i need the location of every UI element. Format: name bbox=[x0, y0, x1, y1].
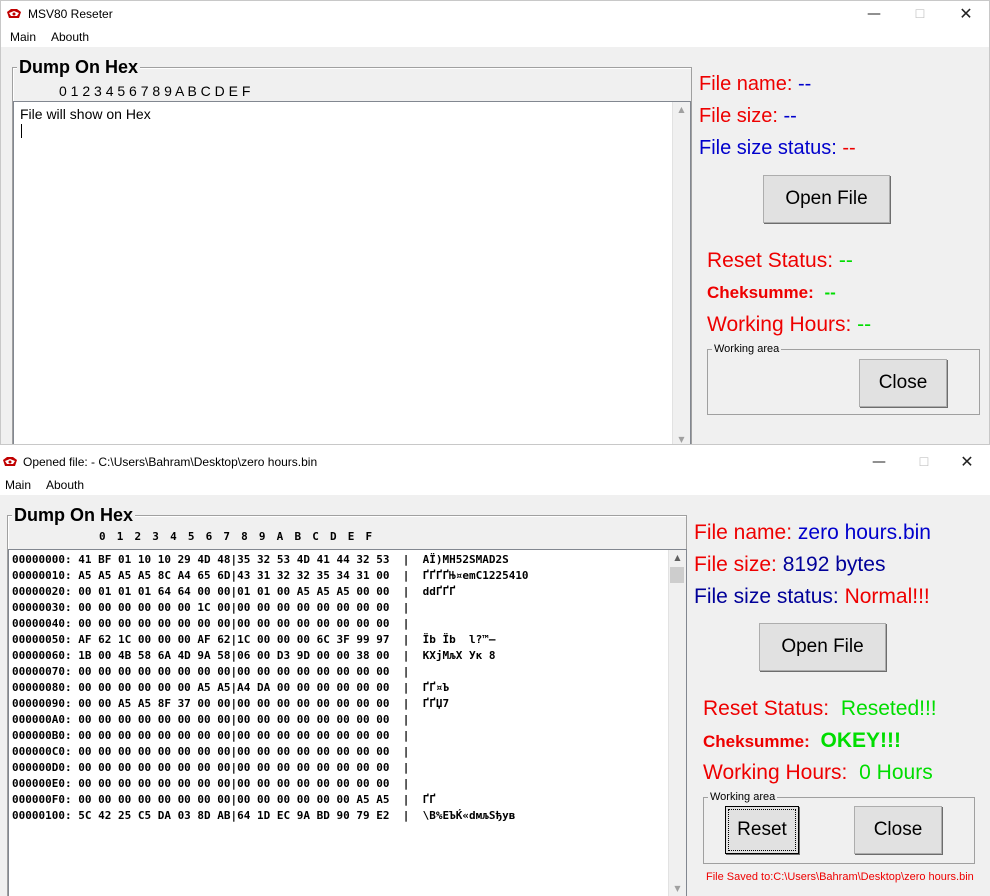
hex-column-header: 0 1 2 3 4 5 6 7 8 9 A B C D E F bbox=[59, 83, 251, 99]
hex-dump-line: 000000E0: 00 00 00 00 00 00 00 00|00 00 … bbox=[12, 777, 410, 790]
hex-dump-line: 000000A0: 00 00 00 00 00 00 00 00|00 00 … bbox=[12, 713, 410, 726]
working-area-title: Working area bbox=[712, 343, 782, 355]
hex-dump-line: 00000010: A5 A5 A5 A5 8C A4 65 6D|43 31 … bbox=[12, 569, 529, 582]
reset-button[interactable]: Reset bbox=[725, 806, 799, 854]
minimize-icon[interactable]: — bbox=[851, 1, 897, 27]
hex-dump-line: 00000090: 00 00 A5 A5 8F 37 00 00|00 00 … bbox=[12, 697, 450, 710]
hex-dump-line: 000000B0: 00 00 00 00 00 00 00 00|00 00 … bbox=[12, 729, 410, 742]
working-hours-label: Working Hours: bbox=[707, 313, 852, 336]
hex-dump-line: 000000C0: 00 00 00 00 00 00 00 00|00 00 … bbox=[12, 745, 410, 758]
reset-status-label: Reset Status: bbox=[703, 697, 830, 720]
working-hours-value: -- bbox=[857, 313, 872, 336]
file-size-row: File size: 8192 bytes bbox=[694, 553, 885, 577]
hex-dump-content: 00000000: 41 BF 01 10 10 29 4D 48|35 32 … bbox=[12, 552, 529, 824]
scroll-down-icon[interactable]: ▼ bbox=[669, 881, 686, 896]
working-area-title: Working area bbox=[708, 791, 778, 803]
hex-dump-line: 000000D0: 00 00 00 00 00 00 00 00|00 00 … bbox=[12, 761, 410, 774]
scroll-thumb[interactable] bbox=[670, 567, 684, 583]
reset-status-value: Reseted!!! bbox=[840, 697, 937, 720]
hex-dump-line: 00000030: 00 00 00 00 00 00 1C 00|00 00 … bbox=[12, 601, 410, 614]
hex-dump-line: 00000000: 41 BF 01 10 10 29 4D 48|35 32 … bbox=[12, 553, 509, 566]
file-status-row: File size status: -- bbox=[699, 137, 856, 160]
file-name-value: zero hours.bin bbox=[797, 521, 931, 544]
file-name-row: File name: -- bbox=[699, 73, 811, 96]
checksum-value: OKEY!!! bbox=[820, 729, 902, 752]
working-hours-row: Working Hours: -- bbox=[707, 313, 871, 337]
reset-status-label: Reset Status: bbox=[707, 249, 834, 272]
close-window-icon[interactable]: ✕ bbox=[943, 1, 989, 27]
dump-title: Dump On Hex bbox=[17, 57, 141, 78]
file-name-label: File name: bbox=[694, 521, 793, 544]
hex-dump-textbox[interactable]: 00000000: 41 BF 01 10 10 29 4D 48|35 32 … bbox=[8, 549, 687, 896]
menu-bar: Main Abouth bbox=[1, 27, 989, 47]
checksum-label: Cheksumme: bbox=[707, 283, 814, 302]
working-hours-value: 0 Hours bbox=[859, 761, 933, 784]
hex-dump-line: 00000040: 00 00 00 00 00 00 00 00|00 00 … bbox=[12, 617, 410, 630]
close-button[interactable]: Close bbox=[859, 359, 947, 407]
hex-dump-line: 00000020: 00 01 01 01 64 64 00 00|01 01 … bbox=[12, 585, 456, 598]
checksum-row: Cheksumme: -- bbox=[707, 283, 836, 303]
checksum-row: Cheksumme: OKEY!!! bbox=[703, 729, 901, 753]
file-status-value: Normal!!! bbox=[844, 585, 930, 608]
file-size-label: File size: bbox=[694, 553, 777, 576]
hex-dump-line: 00000050: AF 62 1C 00 00 00 AF 62|1C 00 … bbox=[12, 633, 496, 646]
menu-abouth[interactable]: Abouth bbox=[46, 478, 84, 492]
file-name-label: File name: bbox=[699, 73, 793, 95]
close-button[interactable]: Close bbox=[854, 806, 942, 854]
scroll-up-icon[interactable]: ▲ bbox=[669, 550, 686, 566]
working-hours-row: Working Hours: 0 Hours bbox=[703, 761, 933, 785]
file-status-row: File size status: Normal!!! bbox=[694, 585, 930, 609]
working-hours-label: Working Hours: bbox=[703, 761, 848, 784]
file-status-label: File size status: bbox=[694, 585, 839, 608]
file-size-value: 8192 bytes bbox=[782, 553, 886, 576]
hex-dump-line: 000000F0: 00 00 00 00 00 00 00 00|00 00 … bbox=[12, 793, 436, 806]
hex-dump-line: 00000060: 1B 00 4B 58 6A 4D 9A 58|06 00 … bbox=[12, 649, 496, 662]
hex-column-header: 0 1 2 3 4 5 6 7 8 9 A B C D E F bbox=[99, 530, 372, 543]
hex-dump-textbox[interactable]: File will show on Hex ▲ ▼ bbox=[13, 101, 691, 444]
minimize-icon[interactable]: — bbox=[856, 449, 902, 475]
menu-bar: Main Abouth bbox=[0, 475, 990, 495]
checksum-value: -- bbox=[824, 283, 836, 302]
window-title: MSV80 Reseter bbox=[28, 7, 113, 21]
file-size-value: -- bbox=[783, 105, 797, 127]
open-file-button[interactable]: Open File bbox=[759, 623, 886, 671]
title-bar[interactable]: Opened file: - C:\Users\Bahram\Desktop\z… bbox=[0, 449, 990, 475]
hex-scrollbar[interactable]: ▲ ▼ bbox=[668, 550, 686, 896]
file-status-value: -- bbox=[842, 137, 856, 159]
file-status-label: File size status: bbox=[699, 137, 837, 159]
app-logo-icon bbox=[7, 9, 21, 18]
opened-file-window: Opened file: - C:\Users\Bahram\Desktop\z… bbox=[0, 449, 990, 896]
open-file-button[interactable]: Open File bbox=[763, 175, 890, 223]
menu-main[interactable]: Main bbox=[10, 30, 36, 44]
close-window-icon[interactable]: ✕ bbox=[944, 449, 990, 475]
hex-dump-line: 00000070: 00 00 00 00 00 00 00 00|00 00 … bbox=[12, 665, 410, 678]
text-caret bbox=[21, 124, 22, 138]
menu-abouth[interactable]: Abouth bbox=[51, 30, 89, 44]
file-saved-status: File Saved to:C:\Users\Bahram\Desktop\ze… bbox=[706, 871, 974, 883]
scroll-down-icon[interactable]: ▼ bbox=[673, 432, 690, 444]
file-name-row: File name: zero hours.bin bbox=[694, 521, 931, 545]
hex-dump-line: 00000080: 00 00 00 00 00 00 A5 A5|A4 DA … bbox=[12, 681, 450, 694]
window-title: Opened file: - C:\Users\Bahram\Desktop\z… bbox=[23, 455, 318, 469]
scroll-up-icon[interactable]: ▲ bbox=[673, 102, 690, 118]
reset-status-row: Reset Status: Reseted!!! bbox=[703, 697, 937, 721]
maximize-icon[interactable]: ☐ bbox=[901, 449, 947, 475]
menu-main[interactable]: Main bbox=[5, 478, 31, 492]
reset-status-row: Reset Status: -- bbox=[707, 249, 853, 273]
checksum-label: Cheksumme: bbox=[703, 732, 810, 751]
reset-status-value: -- bbox=[838, 249, 853, 272]
msv80-reseter-window: MSV80 Reseter — ☐ ✕ Main Abouth Dump On … bbox=[0, 0, 990, 445]
hex-placeholder-text: File will show on Hex bbox=[20, 106, 151, 122]
title-bar[interactable]: MSV80 Reseter — ☐ ✕ bbox=[1, 1, 989, 27]
file-name-value: -- bbox=[797, 73, 812, 95]
dump-title: Dump On Hex bbox=[12, 505, 136, 526]
file-size-label: File size: bbox=[699, 105, 778, 127]
hex-scrollbar[interactable]: ▲ ▼ bbox=[672, 102, 690, 444]
maximize-icon[interactable]: ☐ bbox=[897, 1, 943, 27]
file-size-row: File size: -- bbox=[699, 105, 797, 128]
app-logo-icon bbox=[3, 457, 17, 466]
hex-dump-line: 00000100: 5C 42 25 C5 DA 03 8D AB|64 1D … bbox=[12, 809, 516, 822]
